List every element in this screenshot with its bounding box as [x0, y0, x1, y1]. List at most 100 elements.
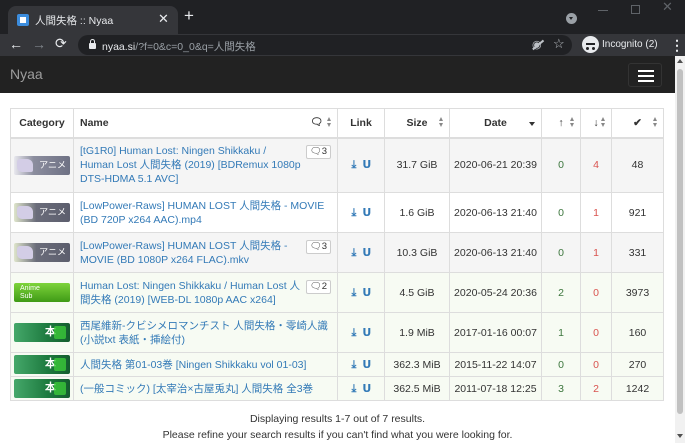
comments-badge[interactable]: 🗨2: [305, 279, 331, 294]
download-icon[interactable]: ⤓: [352, 159, 357, 172]
link-cell: ⤓ Ս: [337, 376, 385, 401]
category-cell: アニメ: [10, 192, 74, 233]
header-name-label: Name: [80, 116, 109, 129]
download-icon[interactable]: ⤓: [352, 359, 357, 372]
new-tab-button[interactable]: +: [184, 6, 194, 26]
torrent-name-link[interactable]: 人間失格 第01-03巻 [Ningen Shikkaku vol 01-03]: [80, 359, 306, 371]
date-cell: 2020-06-13 21:40: [449, 232, 542, 273]
date-cell: 2017-01-16 00:07: [449, 312, 542, 353]
header-seeders[interactable]: ↑: [541, 108, 581, 139]
name-cell: 🗨3 [tG1R0] Human Lost: Ningen Shikkaku / …: [73, 137, 338, 193]
seeders-cell: 0: [541, 232, 581, 273]
download-icon[interactable]: ⤓: [352, 247, 357, 260]
table-row: アニメ [LowPower-Raws] HUMAN LOST 人間失格 - MO…: [10, 192, 664, 233]
seeders-cell: 2: [541, 272, 581, 313]
magnet-icon[interactable]: Ս: [362, 358, 370, 371]
sort-icon[interactable]: [327, 117, 332, 128]
table-row: 本 西尾維新-クビシメロマンチスト 人間失格・零崎人識 (小説txt 表紙・挿絵…: [10, 312, 664, 353]
torrent-name-link[interactable]: [LowPower-Raws] HUMAN LOST 人間失格 - MOVIE …: [80, 200, 324, 226]
category-badge[interactable]: アニメ: [14, 203, 70, 222]
category-badge[interactable]: 本: [14, 379, 70, 398]
completed-cell: 331: [611, 232, 664, 273]
category-cell: 本: [10, 312, 74, 353]
magnet-icon[interactable]: Ս: [362, 158, 370, 171]
page-scrollbar[interactable]: [675, 56, 685, 443]
lock-icon[interactable]: [89, 39, 96, 49]
header-size[interactable]: Size: [384, 108, 450, 139]
url-text[interactable]: nyaa.si/?f=0&c=0_0&q=人間失格: [102, 39, 256, 54]
torrent-name-link[interactable]: [LowPower-Raws] HUMAN LOST 人間失格 - MOVIE …: [80, 240, 288, 266]
completed-cell: 921: [611, 192, 664, 233]
back-arrow-icon[interactable]: ←: [9, 36, 23, 52]
browser-tab[interactable]: 人間失格 :: Nyaa ✕: [8, 6, 178, 34]
results-summary: Displaying results 1-7 out of 7 results.: [249, 413, 426, 425]
completed-cell: 1242: [611, 376, 664, 401]
table-row: アニメ 🗨3 [LowPower-Raws] HUMAN LOST 人間失格 - …: [10, 232, 664, 273]
hamburger-bar: [638, 75, 654, 77]
scrollbar-thumb[interactable]: [677, 69, 683, 414]
name-cell: 🗨2 Human Lost: Ningen Shikkaku / Human Lo…: [73, 272, 338, 313]
category-badge[interactable]: Anime Sub: [14, 283, 70, 302]
size-cell: 10.3 GiB: [384, 232, 450, 273]
sort-icon[interactable]: [653, 117, 658, 128]
tracking-blocked-eye-icon[interactable]: ◉: [532, 38, 542, 51]
comments-badge[interactable]: 🗨3: [305, 239, 331, 254]
download-icon[interactable]: ⤓: [352, 327, 357, 340]
window-close-button[interactable]: ✕: [662, 0, 673, 15]
hamburger-bar: [638, 80, 654, 82]
header-date[interactable]: Date: [449, 108, 542, 139]
scroll-down-arrow-icon[interactable]: [677, 434, 683, 438]
date-cell: 2020-06-21 20:39: [449, 137, 542, 193]
sort-desc-icon[interactable]: [529, 122, 535, 126]
category-badge[interactable]: 本: [14, 355, 70, 374]
torrent-name-link[interactable]: Human Lost: Ningen Shikkaku / Human Lost…: [80, 280, 300, 306]
forward-arrow-icon[interactable]: →: [32, 36, 46, 52]
header-category[interactable]: Category: [10, 108, 74, 139]
category-badge[interactable]: アニメ: [14, 243, 70, 262]
media-control-icon[interactable]: [566, 13, 577, 24]
reload-icon[interactable]: ⟳: [55, 35, 67, 52]
tab-close-icon[interactable]: ✕: [158, 11, 169, 27]
incognito-label[interactable]: Incognito (2): [602, 39, 658, 50]
sort-icon[interactable]: [570, 117, 575, 128]
torrent-name-link[interactable]: [tG1R0] Human Lost: Ningen Shikkaku / Hu…: [80, 145, 301, 185]
category-cell: Anime Sub: [10, 272, 74, 313]
torrent-table: Category Name 🗨 Link Size Date ↑ ↓ ✔ アニメ…: [10, 108, 664, 401]
comments-badge[interactable]: 🗨3: [305, 145, 331, 160]
category-badge[interactable]: アニメ: [14, 155, 70, 175]
table-row: 本 (一般コミック) [太宰治×古屋兎丸] 人間失格 全3巻 ⤓ Ս 362.5 …: [10, 376, 664, 401]
header-name[interactable]: Name 🗨: [73, 108, 338, 139]
download-icon[interactable]: ⤓: [352, 287, 357, 300]
magnet-icon[interactable]: Ս: [362, 382, 370, 395]
magnet-icon[interactable]: Ս: [362, 246, 370, 259]
category-badge[interactable]: 本: [14, 323, 70, 342]
table-row: 本 人間失格 第01-03巻 [Ningen Shikkaku vol 01-0…: [10, 352, 664, 377]
site-brand[interactable]: Nyaa: [10, 66, 43, 82]
magnet-icon[interactable]: Ս: [362, 326, 370, 339]
window-minimize-button[interactable]: [598, 10, 608, 11]
browser-menu-icon[interactable]: ⋮: [670, 37, 684, 54]
download-icon[interactable]: ⤓: [352, 383, 357, 396]
comment-icon: 🗨: [309, 280, 322, 292]
date-cell: 2020-06-13 21:40: [449, 192, 542, 233]
browser-titlebar: 人間失格 :: Nyaa ✕ + ✕: [0, 0, 685, 34]
link-cell: ⤓ Ս: [337, 232, 385, 273]
date-cell: 2015-11-22 14:07: [449, 352, 542, 377]
magnet-icon[interactable]: Ս: [362, 206, 370, 219]
size-cell: 31.7 GiB: [384, 137, 450, 193]
download-icon[interactable]: ⤓: [352, 207, 357, 220]
incognito-icon[interactable]: [582, 36, 599, 53]
sort-icon[interactable]: [439, 117, 444, 128]
leechers-cell: 2: [580, 376, 612, 401]
bookmark-star-icon[interactable]: ☆: [553, 36, 565, 52]
scroll-up-arrow-icon[interactable]: [677, 59, 683, 63]
torrent-name-link[interactable]: (一般コミック) [太宰治×古屋兎丸] 人間失格 全3巻: [80, 383, 313, 395]
window-maximize-button[interactable]: [631, 5, 640, 14]
header-completed[interactable]: ✔: [611, 108, 664, 139]
nav-toggle-button[interactable]: [628, 63, 662, 87]
magnet-icon[interactable]: Ս: [362, 286, 370, 299]
address-bar[interactable]: nyaa.si/?f=0&c=0_0&q=人間失格 ◉ ☆: [78, 35, 572, 55]
sort-icon[interactable]: [601, 117, 606, 128]
header-leechers[interactable]: ↓: [580, 108, 612, 139]
torrent-name-link[interactable]: 西尾維新-クビシメロマンチスト 人間失格・零崎人識 (小説txt 表紙・挿絵付): [80, 320, 328, 346]
